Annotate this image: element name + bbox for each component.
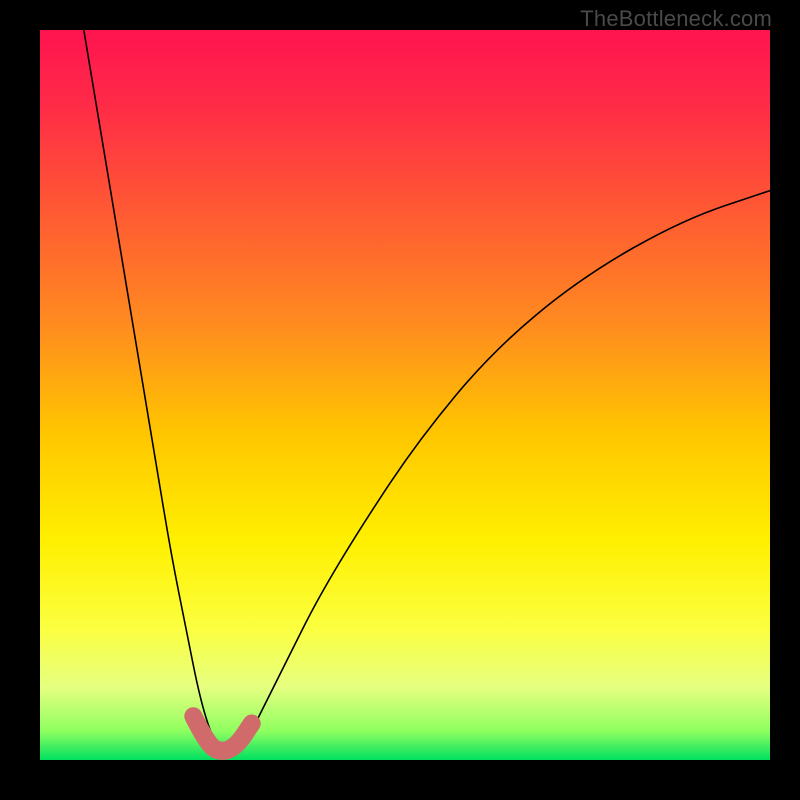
plot-area xyxy=(40,30,770,760)
bottleneck-curve-line xyxy=(84,30,770,751)
minimum-highlight-line xyxy=(193,716,251,751)
chart-frame: TheBottleneck.com xyxy=(0,0,800,800)
curve-svg xyxy=(40,30,770,760)
attribution-text: TheBottleneck.com xyxy=(580,6,772,32)
